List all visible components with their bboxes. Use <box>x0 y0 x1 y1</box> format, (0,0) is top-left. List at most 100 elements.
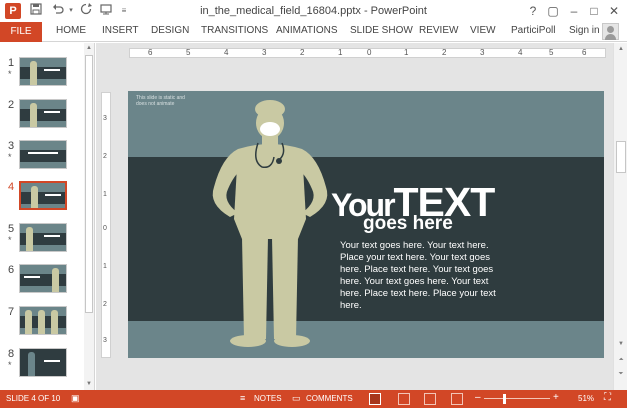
ruler-mark: 4 <box>518 48 523 57</box>
sign-in-link[interactable]: Sign in <box>569 25 600 36</box>
slide-preview <box>19 348 67 377</box>
tab-participoll[interactable]: ParticiPoll <box>511 25 555 36</box>
ruler-mark: 3 <box>103 337 107 344</box>
zoom-slider-track[interactable] <box>484 398 550 399</box>
title-bar: P ▾ ≡ in_the_medical_field_16804.pptx - … <box>0 0 627 22</box>
animation-star-icon: * <box>8 235 12 245</box>
close-button[interactable]: ✕ <box>605 2 623 20</box>
scroll-up-arrow-icon[interactable]: ▲ <box>84 43 94 53</box>
zoom-level[interactable]: 51% <box>578 394 594 403</box>
minimize-button[interactable]: – <box>565 2 583 20</box>
slide-preview <box>19 99 67 128</box>
slide-preview <box>19 140 67 169</box>
ruler-mark: 5 <box>186 48 191 57</box>
animation-star-icon: * <box>8 360 12 370</box>
tab-insert[interactable]: INSERT <box>102 25 139 36</box>
slide-thumbnail[interactable]: 4 <box>0 181 84 215</box>
slide-thumbnail-pane: 1 * 2 3 * 4 5 * 6 7 8 * ▲ ▼ <box>0 43 95 390</box>
tab-transitions[interactable]: TRANSITIONS <box>201 25 268 36</box>
slide-thumbnail[interactable]: 2 <box>0 99 84 133</box>
ruler-mark: 1 <box>404 48 409 57</box>
slide-preview <box>19 264 67 293</box>
ruler-mark: 5 <box>549 48 554 57</box>
ruler-mark: 2 <box>103 153 107 160</box>
slide-note-text: This slide is static and does not animat… <box>136 95 185 107</box>
slide-thumbnail[interactable]: 3 * <box>0 140 84 174</box>
scroll-down-arrow-icon[interactable]: ▼ <box>84 379 94 389</box>
ruler-mark: 3 <box>480 48 485 57</box>
avatar[interactable] <box>602 23 619 40</box>
previous-slide-icon[interactable]: ⏶ <box>615 355 627 365</box>
ruler-mark: 0 <box>367 48 372 57</box>
maximize-button[interactable]: □ <box>585 2 603 20</box>
ribbon-display-options-button[interactable]: ▢ <box>544 2 562 20</box>
spelling-check-icon[interactable]: ▣ <box>71 393 80 404</box>
ruler-mark: 3 <box>103 115 107 122</box>
slide-subheading[interactable]: goes here <box>363 213 453 235</box>
ruler-mark: 2 <box>442 48 447 57</box>
tab-review[interactable]: REVIEW <box>419 25 458 36</box>
help-button[interactable]: ? <box>524 2 542 20</box>
comments-icon[interactable]: ▭ <box>292 393 301 404</box>
ruler-mark: 2 <box>103 301 107 308</box>
slide-thumbnail[interactable]: 8 * <box>0 348 84 382</box>
horizontal-ruler: 6 5 4 3 2 1 0 1 2 3 4 5 6 <box>129 48 606 58</box>
slide-number: 8 <box>8 348 15 360</box>
fit-slide-to-window-icon[interactable]: ⛶ <box>604 392 611 403</box>
ruler-mark: 0 <box>103 225 107 232</box>
ribbon-tabs: FILE HOME INSERT DESIGN TRANSITIONS ANIM… <box>0 22 627 42</box>
ruler-mark: 1 <box>338 48 343 57</box>
thumbnail-scrollbar[interactable]: ▲ ▼ <box>84 43 94 390</box>
ruler-mark: 4 <box>224 48 229 57</box>
next-slide-icon[interactable]: ⏷ <box>615 369 627 379</box>
zoom-in-button[interactable]: + <box>553 392 559 403</box>
vertical-ruler: 3 2 1 0 1 2 3 <box>101 92 111 358</box>
scroll-up-arrow-icon[interactable]: ▲ <box>615 44 627 54</box>
notes-icon[interactable]: ≡ <box>240 393 245 403</box>
slide-show-view-icon[interactable] <box>451 393 463 405</box>
zoom-slider-handle[interactable] <box>502 394 506 404</box>
editor-vertical-scrollbar[interactable]: ▲ ▼ ⏶ ⏷ <box>613 43 627 390</box>
ruler-mark: 3 <box>262 48 267 57</box>
slide-thumbnail[interactable]: 7 <box>0 306 84 340</box>
scrollbar-thumb[interactable] <box>616 141 626 173</box>
animation-star-icon: * <box>8 152 12 162</box>
slide-number: 1 <box>8 57 15 69</box>
slide-thumbnail[interactable]: 1 * <box>0 57 84 91</box>
normal-view-icon[interactable] <box>369 393 381 405</box>
tab-slide-show[interactable]: SLIDE SHOW <box>350 25 413 36</box>
zoom-out-button[interactable]: – <box>475 392 481 403</box>
slide-number: 6 <box>8 264 15 276</box>
slide-thumbnail[interactable]: 6 <box>0 264 84 298</box>
tab-home[interactable]: HOME <box>56 25 86 36</box>
slide-preview <box>19 57 67 86</box>
notes-button[interactable]: NOTES <box>254 394 282 403</box>
comments-button[interactable]: COMMENTS <box>306 394 353 403</box>
slide-number: 5 <box>8 223 15 235</box>
ruler-mark: 1 <box>103 263 107 270</box>
slide-editor: 6 5 4 3 2 1 0 1 2 3 4 5 6 3 2 1 0 1 2 3 … <box>96 43 627 390</box>
ruler-mark: 1 <box>103 191 107 198</box>
slide-body-text[interactable]: Your text goes here. Your text here. Pla… <box>340 240 510 312</box>
scroll-down-arrow-icon[interactable]: ▼ <box>615 339 627 349</box>
slide-number: 3 <box>8 140 15 152</box>
tab-file[interactable]: FILE <box>0 22 42 42</box>
slide-number: 2 <box>8 99 15 111</box>
slide-preview-selected <box>19 181 67 210</box>
ruler-mark: 6 <box>148 48 153 57</box>
slide-canvas[interactable]: This slide is static and does not animat… <box>128 91 604 358</box>
status-bar: SLIDE 4 OF 10 ▣ ≡ NOTES ▭ COMMENTS – + 5… <box>0 390 627 408</box>
slide-sorter-view-icon[interactable] <box>398 393 410 405</box>
scrollbar-thumb[interactable] <box>85 55 93 313</box>
reading-view-icon[interactable] <box>424 393 436 405</box>
slide-counter: SLIDE 4 OF 10 <box>6 394 61 403</box>
tab-view[interactable]: VIEW <box>470 25 496 36</box>
tab-animations[interactable]: ANIMATIONS <box>276 25 337 36</box>
slide-preview <box>19 223 67 252</box>
slide-number: 4 <box>8 181 15 193</box>
slide-number: 7 <box>8 306 15 318</box>
tab-design[interactable]: DESIGN <box>151 25 189 36</box>
ruler-mark: 2 <box>300 48 305 57</box>
animation-star-icon: * <box>8 69 12 79</box>
slide-thumbnail[interactable]: 5 * <box>0 223 84 257</box>
